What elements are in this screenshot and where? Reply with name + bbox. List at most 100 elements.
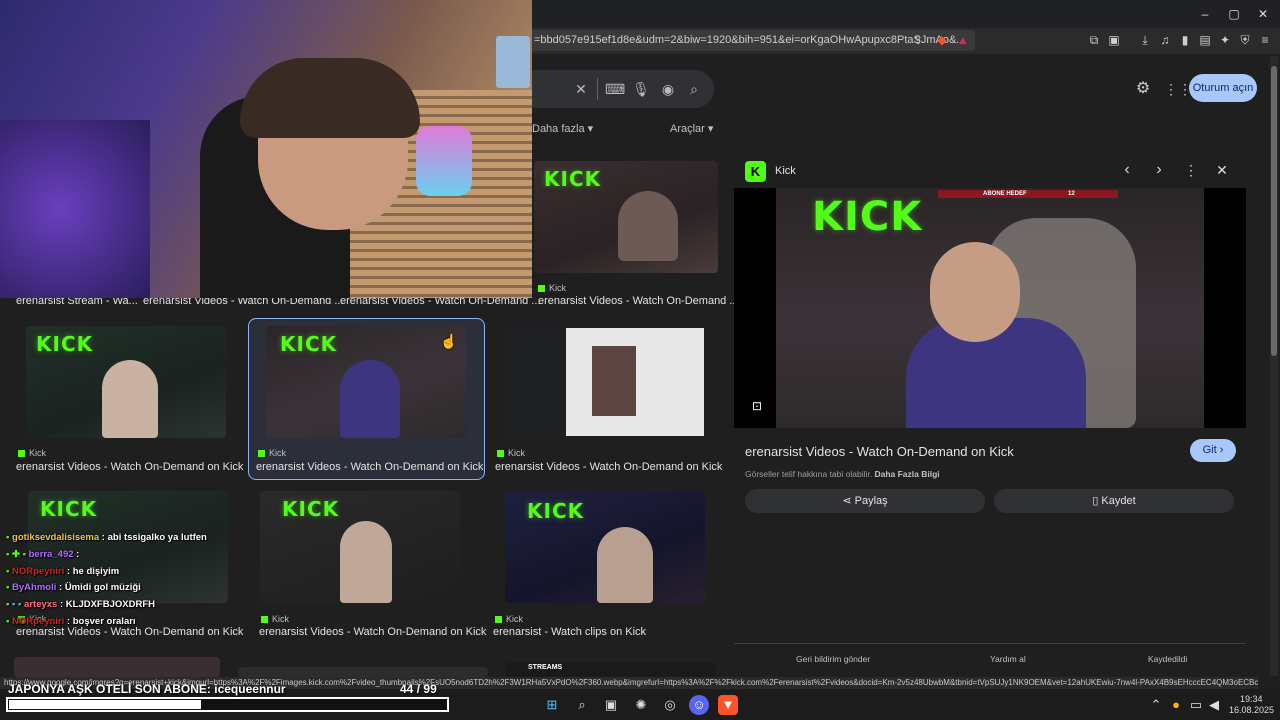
share-icon[interactable]: ⇪ <box>910 32 926 48</box>
sub-goal-count: 44 / 99 <box>400 682 437 696</box>
kick-logo: KICK <box>527 499 585 523</box>
image-result-thumb[interactable]: KICK <box>260 491 460 603</box>
chat-message: ▪ gotiksevdalisisema : abi tssigalko ya … <box>6 532 207 543</box>
saved-link[interactable]: Kaydedildi <box>1148 654 1187 664</box>
network-icon[interactable]: ▭ <box>1186 695 1206 715</box>
search-icon[interactable]: ⌕ <box>685 80 703 98</box>
chat-text: he dişiyim <box>72 566 120 577</box>
preview-source[interactable]: Kick <box>775 165 796 177</box>
lens-search-icon[interactable]: ⊡ <box>749 398 765 414</box>
obs-icon[interactable]: ◎ <box>660 695 680 715</box>
close-preview-icon[interactable]: ✕ <box>1215 161 1229 179</box>
learn-more-link[interactable]: Daha Fazla Bilgi <box>874 469 939 479</box>
chat-username: NORpeyniri <box>12 616 65 627</box>
streamer-figure <box>340 360 400 438</box>
chat-text: KLJDXFBJOXDRFH <box>65 599 155 610</box>
image-caption[interactable]: erenarsist Videos - Watch On-Demand on K… <box>259 626 486 638</box>
chat-username: arteyxs <box>24 599 58 610</box>
chat-message: ▪ NORpeyniri : boşver oraları <box>6 616 136 627</box>
brave-browser-icon[interactable]: ▼ <box>718 695 738 715</box>
chatgpt-icon[interactable]: ✺ <box>631 695 651 715</box>
clock-time[interactable]: 19:34 <box>1240 694 1263 704</box>
maximize-button[interactable]: ▢ <box>1219 4 1249 24</box>
visit-button[interactable]: Git › <box>1190 439 1236 462</box>
sidebar-icon[interactable]: ▮ <box>1177 32 1193 48</box>
image-result-thumb[interactable]: KICK <box>266 326 466 438</box>
image-caption[interactable]: erenarsist Videos - Watch On-Demand ... <box>538 295 739 307</box>
windows-start-icon[interactable]: ⊞ <box>542 695 562 715</box>
settings-gear-icon[interactable]: ⚙ <box>1134 80 1152 98</box>
taskbar-search-icon[interactable]: ⌕ <box>572 695 592 715</box>
scrollbar-thumb[interactable] <box>1271 66 1277 356</box>
image-result-thumb[interactable] <box>506 326 706 438</box>
feedback-link[interactable]: Geri bildirim gönder <box>796 654 870 664</box>
kick-logo: KICK <box>812 194 923 240</box>
save-button[interactable]: ▯ Kaydet <box>994 489 1234 513</box>
image-caption[interactable]: erenarsist Videos - Watch On-Demand on K… <box>256 461 483 473</box>
page-scrollbar[interactable] <box>1270 56 1278 676</box>
brave-shield-icon[interactable]: ◆ <box>934 32 950 48</box>
leo-icon[interactable]: ✦ <box>1217 32 1233 48</box>
download-icon[interactable]: ⤓ <box>1137 32 1153 48</box>
brave-rewards-icon[interactable]: ▲ <box>955 32 971 48</box>
tray-overflow-icon[interactable]: ⌃ <box>1146 695 1166 715</box>
image-caption[interactable]: erenarsist Videos - Watch On-Demand on K… <box>495 461 722 473</box>
more-options-icon[interactable]: ⋮ <box>1184 161 1198 179</box>
wallet-icon[interactable]: ▤ <box>1197 32 1213 48</box>
image-result-thumb[interactable]: STREAMS <box>506 662 716 677</box>
filter-tools[interactable]: Araçlar ▾ <box>670 122 713 135</box>
microphone-figure <box>416 126 472 196</box>
menu-icon[interactable]: ≡ <box>1257 32 1273 48</box>
image-result-thumb[interactable]: KICK <box>26 326 226 438</box>
tray-mic-icon[interactable]: ● <box>1166 695 1186 715</box>
screenshot-icon[interactable]: ▣ <box>1106 32 1122 48</box>
minimize-button[interactable]: – <box>1190 4 1220 24</box>
image-result-thumb[interactable]: KICK <box>534 161 718 273</box>
signin-button[interactable]: Oturum açın <box>1189 74 1257 102</box>
clock-date[interactable]: 16.08.2025 <box>1229 705 1274 715</box>
goal-overlay-label: ABONE HEDEF <box>983 191 1027 197</box>
image-caption[interactable]: erenarsist - Watch clips on Kick <box>493 626 646 638</box>
image-result-thumb[interactable] <box>14 657 220 677</box>
apps-grid-icon[interactable]: ⋮⋮ <box>1164 80 1192 98</box>
vpn-icon[interactable]: ⛨ <box>1237 32 1253 48</box>
kick-logo: KICK <box>40 497 98 521</box>
help-link[interactable]: Yardım al <box>990 654 1026 664</box>
share-button[interactable]: ⋖ Paylaş <box>745 489 985 513</box>
chat-username: gotiksevdalisisema <box>12 532 100 543</box>
image-caption[interactable]: erenarsist Videos - Watch On-Demand on K… <box>16 626 243 638</box>
filter-more[interactable]: Daha fazla ▾ <box>532 122 593 135</box>
address-text: =bbd057e915ef1d8e&udm=2&biw=1920&bih=951… <box>534 34 966 46</box>
image-pillarbox-right <box>1204 188 1246 428</box>
previous-icon[interactable]: ‹ <box>1120 161 1134 179</box>
image-result-thumb[interactable]: KICK <box>505 491 705 603</box>
media-icon[interactable]: ♫ <box>1157 32 1173 48</box>
extensions-icon[interactable]: ⧉ <box>1086 32 1102 48</box>
streamer-face <box>930 242 1020 342</box>
close-window-button[interactable]: ✕ <box>1248 4 1278 24</box>
chat-username: berra_492 <box>28 549 74 560</box>
streamer-hair <box>240 58 420 138</box>
streamer-figure <box>597 527 653 603</box>
clear-search-icon[interactable]: ✕ <box>572 80 590 98</box>
discord-icon[interactable]: ☺ <box>689 695 709 715</box>
chat-username: NORpeyniri <box>12 566 65 577</box>
kick-logo: KICK <box>280 332 338 356</box>
preview-title[interactable]: erenarsist Videos - Watch On-Demand on K… <box>745 444 1014 459</box>
mouse-cursor-icon: ☝ <box>440 333 458 349</box>
image-caption[interactable]: erenarsist Videos - Watch On-Demand on K… <box>16 461 243 473</box>
webcam-overlay <box>0 0 532 298</box>
preview-image[interactable]: KICK ABONE HEDEF 12 <box>734 188 1246 428</box>
lens-icon[interactable]: ◉ <box>659 80 677 98</box>
image-result-thumb[interactable] <box>238 667 488 677</box>
footer-divider <box>734 643 1246 644</box>
keyboard-icon[interactable]: ⌨ <box>605 80 625 98</box>
search-divider <box>597 78 598 100</box>
microphone-icon[interactable]: 🎙 <box>632 80 650 98</box>
next-icon[interactable]: › <box>1152 161 1166 179</box>
volume-icon[interactable]: ◀ <box>1204 695 1224 715</box>
task-view-icon[interactable]: ▣ <box>601 695 621 715</box>
image-source: Kick <box>497 448 525 458</box>
kick-logo: KICK <box>282 497 340 521</box>
chat-message: ▪ ✚ ▪ berra_492 : <box>6 549 80 560</box>
